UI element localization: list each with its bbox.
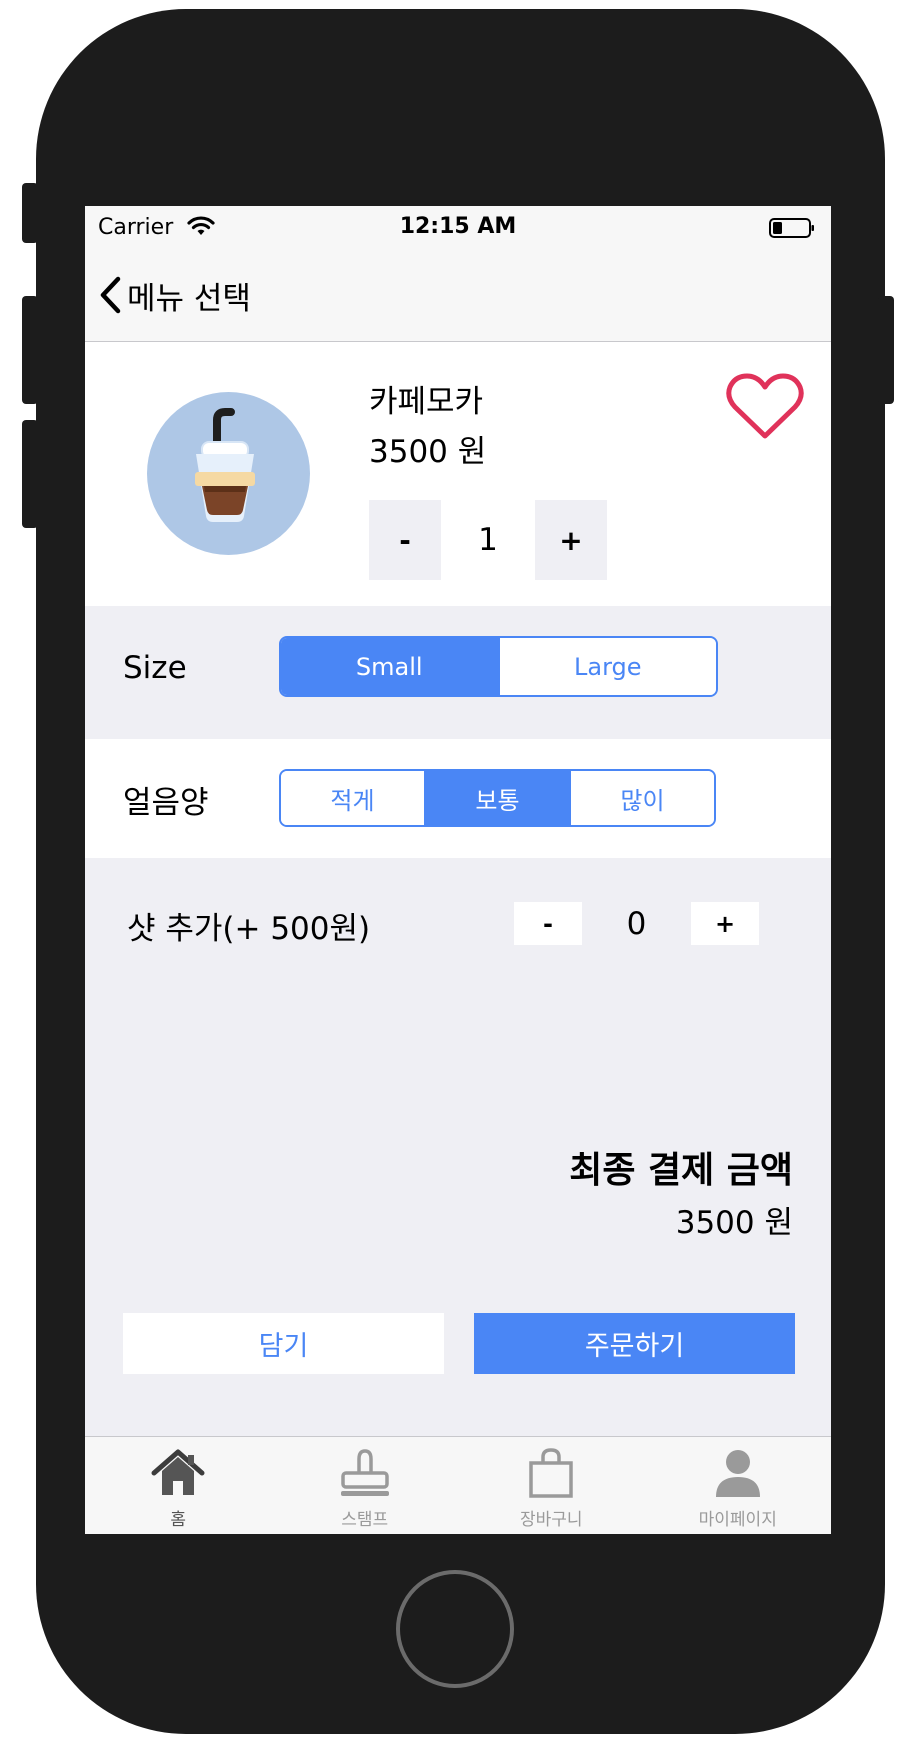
- quantity-increment-button[interactable]: +: [535, 500, 607, 580]
- total-payment-amount: 3500 원: [675, 1205, 793, 1241]
- product-image: [147, 392, 310, 555]
- size-option-small[interactable]: Small: [281, 638, 500, 695]
- tab-bar: 홈 스탬프 장바구니 마이페이지: [85, 1436, 831, 1534]
- power-button: [878, 296, 894, 404]
- add-to-cart-button[interactable]: 담기: [123, 1313, 444, 1374]
- iced-coffee-cup-icon: [195, 408, 255, 522]
- tab-stamp[interactable]: 스탬프: [272, 1437, 459, 1534]
- shot-increment-button[interactable]: +: [691, 902, 759, 945]
- tab-label: 마이페이지: [698, 1510, 777, 1530]
- shopping-bag-icon: [529, 1448, 573, 1498]
- size-option-row: Size Small Large: [85, 606, 831, 739]
- back-button-label: 메뉴 선택: [127, 280, 251, 317]
- quantity-value: 1: [478, 522, 498, 558]
- wifi-icon: [187, 216, 215, 235]
- back-button[interactable]: 메뉴 선택: [99, 273, 251, 317]
- ice-segmented-control: 적게 보통 많이: [279, 769, 716, 827]
- home-button[interactable]: [396, 1570, 514, 1688]
- shot-decrement-button[interactable]: -: [514, 902, 582, 945]
- stamp-icon: [340, 1449, 389, 1496]
- tab-home[interactable]: 홈: [85, 1437, 272, 1534]
- tab-label: 스탬프: [341, 1510, 389, 1530]
- carrier-label: Carrier: [98, 215, 174, 240]
- ice-option-row: 얼음양 적게 보통 많이: [85, 739, 831, 858]
- tab-cart[interactable]: 장바구니: [458, 1437, 645, 1534]
- mute-switch: [22, 183, 38, 243]
- battery-icon: [769, 218, 814, 238]
- heart-outline-icon[interactable]: [725, 372, 805, 442]
- status-bar: Carrier 12:15 AM: [85, 206, 831, 248]
- tab-label: 홈: [170, 1510, 187, 1530]
- ice-option-less[interactable]: 적게: [281, 771, 426, 825]
- chevron-left-icon: [100, 276, 121, 314]
- volume-down-button: [22, 420, 38, 528]
- size-label: Size: [123, 650, 187, 686]
- app-screen: Carrier 12:15 AM 메뉴 선택 카페모카 3500 원 - 1 +…: [85, 206, 831, 1534]
- size-segmented-control: Small Large: [279, 636, 718, 697]
- tab-mypage[interactable]: 마이페이지: [645, 1437, 832, 1534]
- home-icon: [151, 1449, 205, 1495]
- product-section: 카페모카 3500 원 - 1 +: [85, 342, 831, 606]
- volume-up-button: [22, 296, 38, 404]
- product-price: 3500 원: [369, 434, 487, 470]
- ice-option-more[interactable]: 많이: [571, 771, 714, 825]
- ice-option-normal[interactable]: 보통: [426, 771, 571, 825]
- ice-label: 얼음양: [123, 785, 209, 821]
- tab-label: 장바구니: [519, 1510, 583, 1530]
- total-payment-label: 최종 결제 금액: [569, 1150, 793, 1191]
- order-button[interactable]: 주문하기: [474, 1313, 795, 1374]
- size-option-large[interactable]: Large: [499, 638, 716, 695]
- shot-value: 0: [626, 905, 647, 942]
- product-name: 카페모카: [369, 384, 484, 420]
- extra-shot-label: 샷 추가(+ 500원): [127, 911, 371, 947]
- quantity-decrement-button[interactable]: -: [369, 500, 441, 580]
- navigation-bar: 메뉴 선택: [85, 248, 831, 342]
- user-icon: [715, 1450, 760, 1497]
